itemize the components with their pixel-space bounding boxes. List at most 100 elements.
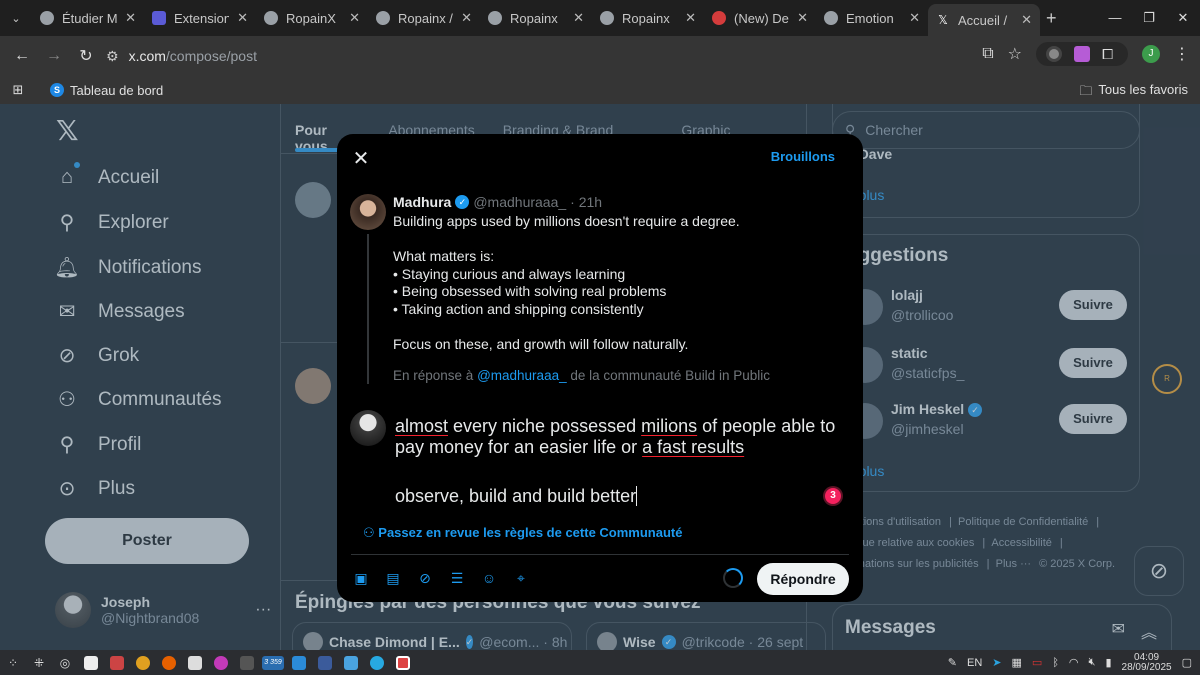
- close-icon[interactable]: ✕: [349, 10, 360, 26]
- mention-link[interactable]: @madhuraaa_: [477, 368, 567, 383]
- browser-tab[interactable]: Extension ✕: [144, 3, 256, 33]
- extension-square-icon[interactable]: [1074, 46, 1090, 62]
- browser-tab[interactable]: Ropainx / ✕: [368, 3, 480, 33]
- author-name[interactable]: Madhura: [393, 194, 451, 210]
- flagged-word[interactable]: milions: [641, 416, 697, 436]
- close-window-icon[interactable]: ✕: [1166, 0, 1200, 36]
- gif-icon[interactable]: ▤: [385, 570, 401, 586]
- reload-icon[interactable]: ↻: [70, 46, 102, 66]
- install-app-icon[interactable]: ⧉: [982, 45, 993, 63]
- close-icon[interactable]: ✕: [797, 10, 808, 26]
- grammar-checker-badge[interactable]: 3: [825, 488, 841, 504]
- file-icon[interactable]: [78, 655, 104, 671]
- browser-tab[interactable]: Étudier M ✕: [32, 3, 144, 33]
- keyboard-layout[interactable]: EN: [967, 657, 982, 669]
- flagged-word[interactable]: almost: [395, 416, 448, 436]
- browser-tab[interactable]: Emotion ✕: [816, 3, 928, 33]
- drafts-link[interactable]: Brouillons: [771, 149, 835, 164]
- grok-icon[interactable]: ⊘: [417, 570, 433, 586]
- forward-icon[interactable]: →: [38, 47, 70, 65]
- browser-tab-active[interactable]: 𝕏 Accueil / ✕: [928, 4, 1040, 36]
- browser-icon[interactable]: [364, 655, 390, 671]
- close-icon[interactable]: ✕: [573, 10, 584, 26]
- reply-button[interactable]: Répondre: [757, 563, 849, 595]
- maximize-icon[interactable]: ❐: [1132, 0, 1166, 36]
- menu-kebab-icon[interactable]: ⋮: [1174, 44, 1190, 64]
- tab-title: (New) De: [734, 10, 789, 26]
- notifications-icon[interactable]: ▢: [1182, 656, 1192, 669]
- start-icon[interactable]: ⁘: [0, 655, 26, 671]
- vscode-icon[interactable]: [286, 655, 312, 671]
- site-settings-icon[interactable]: ⚙: [106, 48, 119, 65]
- all-bookmarks-label: Tous les favoris: [1098, 82, 1188, 97]
- post-line: Focus on these, and growth will follow n…: [393, 336, 689, 353]
- location-icon[interactable]: ⌖: [513, 570, 529, 586]
- browser-tab[interactable]: RopainX ✕: [256, 3, 368, 33]
- extension-circle-icon[interactable]: [1046, 46, 1062, 62]
- close-icon[interactable]: ✕: [685, 10, 696, 26]
- document-icon[interactable]: [182, 655, 208, 671]
- bookmark-item[interactable]: S Tableau de bord: [50, 83, 163, 98]
- clipboard-icon[interactable]: ▦: [1012, 656, 1022, 669]
- close-icon[interactable]: ✕: [1021, 12, 1032, 28]
- post-line: [393, 231, 833, 249]
- wifi-icon[interactable]: ◠: [1069, 656, 1079, 669]
- reply-suffix: de la communauté Build in Public: [570, 368, 770, 383]
- browser-tab[interactable]: Ropainx ✕: [592, 3, 704, 33]
- all-bookmarks[interactable]: 🗀 Tous les favoris: [1079, 82, 1188, 104]
- bookmark-star-icon[interactable]: ☆: [1008, 44, 1022, 64]
- close-icon[interactable]: ✕: [125, 10, 136, 26]
- extensions-puzzle-icon[interactable]: ⧠: [1102, 46, 1118, 62]
- poll-icon[interactable]: ☰: [449, 570, 465, 586]
- telegram-icon[interactable]: ➤: [992, 656, 1001, 669]
- bluetooth-icon[interactable]: ᛒ: [1052, 657, 1059, 669]
- close-icon[interactable]: ✕: [351, 146, 371, 171]
- avatar[interactable]: [350, 194, 386, 230]
- folder-icon[interactable]: [104, 655, 130, 671]
- tab-search-icon[interactable]: ⌄: [0, 12, 32, 25]
- replying-to: En réponse à @madhuraaa_ de la communaut…: [393, 368, 770, 383]
- community-rules-link[interactable]: ⚇ Passez en revue les règles de cette Co…: [363, 525, 682, 541]
- author-handle[interactable]: @madhuraaa_: [473, 194, 566, 210]
- terminal-icon[interactable]: [234, 655, 260, 671]
- chrome-icon[interactable]: [130, 655, 156, 671]
- compose-textarea[interactable]: almost every niche possessed milions of …: [395, 416, 845, 506]
- pen-icon[interactable]: ✎: [948, 656, 957, 669]
- app-icon[interactable]: [208, 655, 234, 671]
- compose-line-1: almost every niche possessed milions of …: [395, 416, 845, 458]
- clock-date: 28/09/2025: [1121, 661, 1172, 673]
- emoji-icon[interactable]: ☺: [481, 570, 497, 586]
- minimize-icon[interactable]: —: [1098, 0, 1132, 36]
- editor-icon[interactable]: [338, 655, 364, 671]
- post-line: [393, 319, 833, 337]
- close-icon[interactable]: ✕: [237, 10, 248, 26]
- screenshot-icon[interactable]: [390, 655, 416, 671]
- url-path: /compose/post: [165, 48, 257, 64]
- browser-tabstrip: ⌄ Étudier M ✕ Extension ✕ RopainX ✕ Ropainx…: [0, 0, 1200, 36]
- launcher-icon[interactable]: ⁜: [26, 655, 52, 671]
- browser-tab[interactable]: (New) De ✕: [704, 3, 816, 33]
- monitor-icon[interactable]: 3 359: [260, 655, 286, 671]
- image-icon[interactable]: ▣: [353, 570, 369, 586]
- post-line: • Being obsessed with solving real probl…: [393, 283, 667, 300]
- apps-grid-icon[interactable]: ⊞: [0, 82, 36, 98]
- battery-status-icon[interactable]: ▮: [1105, 656, 1111, 669]
- new-tab-button[interactable]: +: [1046, 8, 1057, 29]
- url-host: x.com: [128, 48, 166, 64]
- back-icon[interactable]: ←: [6, 47, 38, 65]
- close-icon[interactable]: ✕: [461, 10, 472, 26]
- system-icon[interactable]: ◎: [52, 655, 78, 671]
- flagged-word[interactable]: a fast results: [642, 437, 744, 457]
- firefox-icon[interactable]: [156, 655, 182, 671]
- x-logo-icon: 𝕏: [938, 13, 948, 27]
- app-icon[interactable]: [312, 655, 338, 671]
- globe-icon: [488, 11, 502, 25]
- clock[interactable]: 04:09 28/09/2025: [1121, 652, 1172, 673]
- close-icon[interactable]: ✕: [909, 10, 920, 26]
- browser-tab[interactable]: Ropainx ✕: [480, 3, 592, 33]
- address-bar[interactable]: ⚙ x.com/compose/post: [106, 48, 257, 65]
- profile-avatar[interactable]: J: [1142, 45, 1160, 63]
- folder-icon: 🗀: [1079, 83, 1093, 98]
- battery-icon[interactable]: ▭: [1032, 656, 1042, 669]
- volume-muted-icon[interactable]: 🔇︎: [1089, 656, 1096, 669]
